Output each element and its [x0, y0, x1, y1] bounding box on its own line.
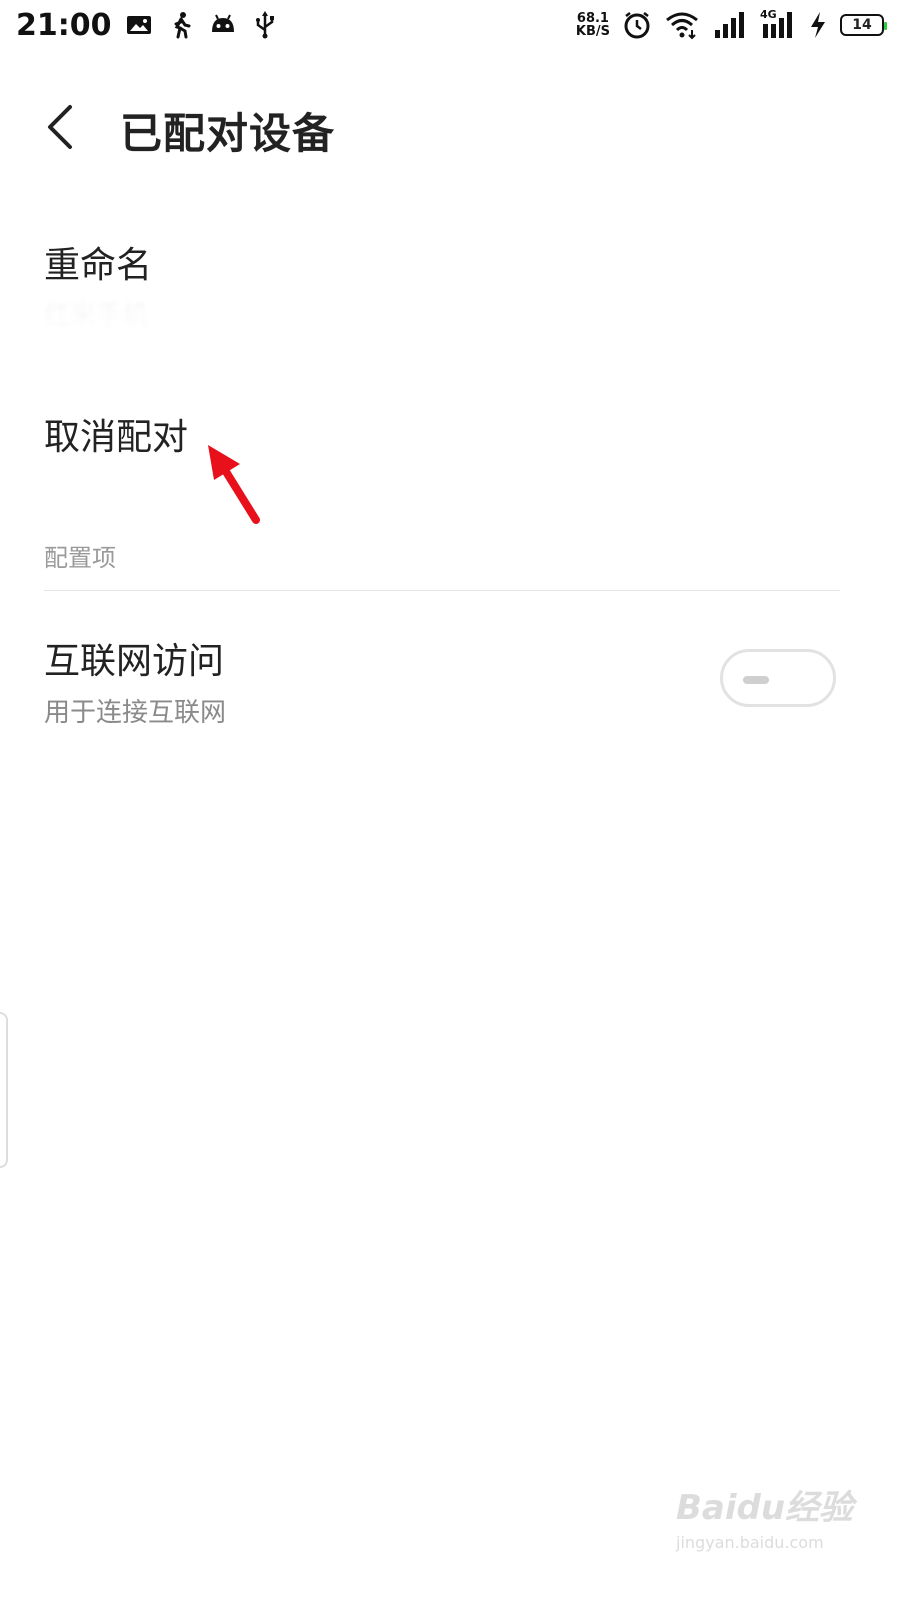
- battery-icon: 14: [840, 14, 887, 36]
- android-icon: [211, 14, 234, 32]
- status-time: 21:00: [16, 7, 112, 43]
- app-header: 已配对设备: [0, 92, 900, 162]
- network-speed-unit: KB/S: [575, 24, 610, 39]
- battery-level: 14: [852, 17, 872, 33]
- section-divider: [44, 590, 840, 591]
- toggle-off-indicator: [743, 676, 769, 684]
- network-speed: 68.1 KB/S: [576, 12, 610, 38]
- baidu-watermark: Baidu经验 jingyan.baidu.com: [676, 1480, 876, 1560]
- status-bar-right: 68.1 KB/S 4G 14: [576, 8, 887, 40]
- status-bar-left: 21:00: [16, 8, 280, 43]
- section-label: 配置项: [44, 544, 116, 572]
- watermark-main: Baidu经验: [676, 1488, 854, 1528]
- screen: 21:00 68.1 KB/S 4G 14 已配对设备 重命名 取消配对 配置项…: [0, 0, 900, 1600]
- red-arrow-icon: [208, 445, 260, 524]
- chevron-left-icon: [48, 105, 72, 149]
- signal-4g-icon: [763, 12, 792, 38]
- image-icon: [126, 16, 151, 34]
- watermark-sub: jingyan.baidu.com: [676, 1533, 824, 1552]
- signal-4g-group: 4G: [760, 8, 796, 40]
- back-button[interactable]: [40, 104, 80, 150]
- charging-icon: [811, 12, 825, 38]
- alarm-icon: [624, 12, 650, 39]
- usb-icon: [255, 11, 274, 39]
- walk-icon: [174, 12, 190, 39]
- page-title: 已配对设备: [120, 109, 336, 158]
- edge-handle[interactable]: [0, 1012, 8, 1168]
- privacy-blur-mask: [20, 298, 210, 358]
- signal-icon: [715, 12, 744, 38]
- unpair-item[interactable]: 取消配对: [44, 408, 840, 468]
- rename-title: 重命名: [44, 245, 153, 286]
- wifi-icon: [666, 12, 698, 40]
- status-bar: 21:00 68.1 KB/S 4G 14: [0, 0, 900, 50]
- internet-access-subtitle: 用于连接互联网: [44, 698, 227, 728]
- unpair-title: 取消配对: [44, 417, 189, 458]
- internet-access-toggle[interactable]: [720, 649, 836, 707]
- rename-item[interactable]: 重命名 红米手机: [20, 236, 840, 358]
